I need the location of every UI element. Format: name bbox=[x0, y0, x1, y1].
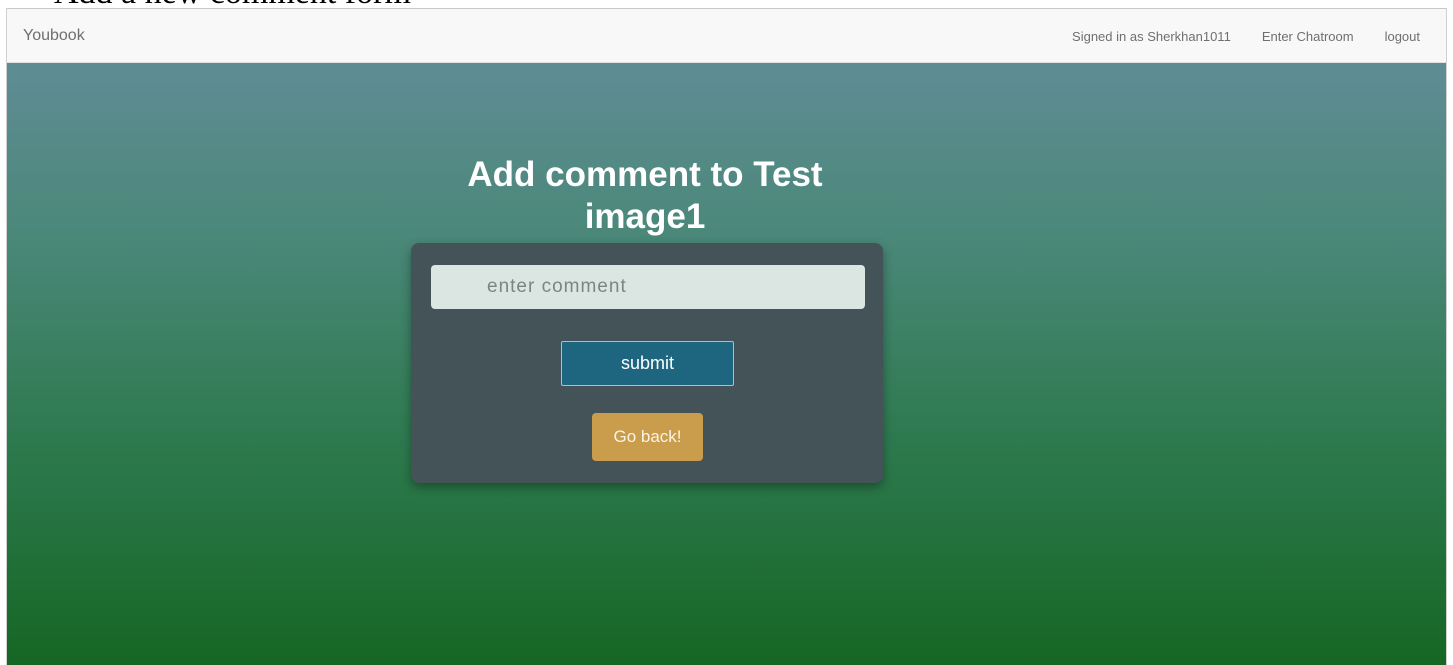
logout-link[interactable]: logout bbox=[1385, 29, 1420, 44]
brand-link[interactable]: Youbook bbox=[23, 27, 85, 45]
submit-button[interactable]: submit bbox=[561, 341, 734, 386]
browser-viewport: Youbook Signed in as Sherkhan1011 Enter … bbox=[6, 8, 1447, 665]
comment-input[interactable] bbox=[431, 265, 865, 309]
signed-in-text: Signed in as Sherkhan1011 bbox=[1072, 29, 1231, 44]
navbar-right: Signed in as Sherkhan1011 Enter Chatroom… bbox=[1072, 29, 1420, 44]
page-title: Add comment to Test image1 bbox=[467, 155, 823, 236]
go-back-button[interactable]: Go back! bbox=[592, 413, 703, 461]
navbar: Youbook Signed in as Sherkhan1011 Enter … bbox=[7, 8, 1446, 63]
enter-chatroom-link[interactable]: Enter Chatroom bbox=[1262, 29, 1354, 44]
main-content: Add comment to Test image1 submit Go bac… bbox=[7, 63, 1446, 665]
comment-form-card: submit Go back! bbox=[411, 243, 883, 483]
